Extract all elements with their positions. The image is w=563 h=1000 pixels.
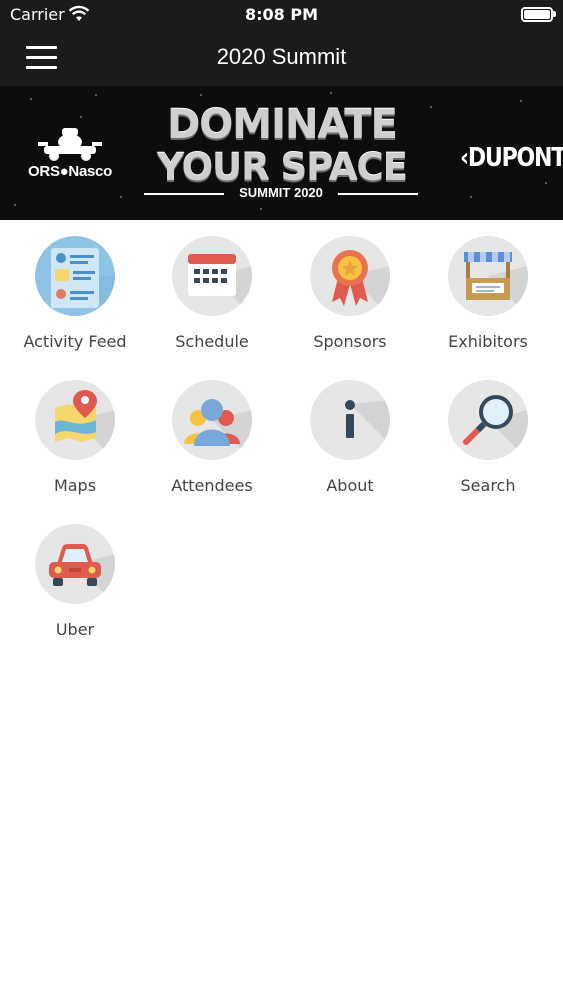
dupont-wordmark: ‹DUPONT› <box>460 143 563 173</box>
banner-headline-line1: DOMINATE <box>167 102 398 148</box>
map-pin-icon <box>35 380 115 460</box>
status-bar: Carrier 8:08 PM <box>0 0 563 30</box>
tile-label: Schedule <box>175 332 249 351</box>
tile-activity-feed[interactable]: Activity Feed <box>6 220 144 360</box>
battery-icon <box>521 7 553 22</box>
tile-label: Attendees <box>171 476 253 495</box>
tile-label: Search <box>460 476 516 495</box>
navigation-bar: 2020 Summit <box>0 30 563 86</box>
magnifier-icon <box>448 380 528 460</box>
ors-mascot-icon <box>38 128 102 161</box>
dupont-logo: ‹DUPONT› <box>446 139 563 173</box>
tile-exhibitors[interactable]: Exhibitors <box>419 220 557 360</box>
tile-maps[interactable]: Maps <box>6 364 144 504</box>
activity-feed-icon <box>35 236 115 316</box>
tile-attendees[interactable]: Attendees <box>143 364 281 504</box>
tile-label: Activity Feed <box>23 332 127 351</box>
tile-schedule[interactable]: Schedule <box>143 220 281 360</box>
tile-sponsors[interactable]: Sponsors <box>281 220 419 360</box>
calendar-icon <box>172 236 252 316</box>
tile-uber[interactable]: Uber <box>6 508 144 648</box>
battery-nub <box>553 11 556 17</box>
tile-label: Sponsors <box>313 332 387 351</box>
banner-headline-line2: YOUR SPACE <box>157 146 408 189</box>
car-icon <box>35 524 115 604</box>
tile-about[interactable]: About <box>281 364 419 504</box>
tile-label: About <box>326 476 374 495</box>
tile-search[interactable]: Search <box>419 364 557 504</box>
status-time: 8:08 PM <box>244 5 318 24</box>
tile-label: Maps <box>53 476 97 495</box>
info-icon <box>310 380 390 460</box>
event-banner: ORS●Nasco DOMINATE YOUR SPACE SUMMIT 202… <box>0 86 563 220</box>
banner-subline: SUMMIT 2020 <box>140 185 422 200</box>
people-icon <box>172 380 252 460</box>
page-title: 2020 Summit <box>216 44 347 69</box>
ors-nasco-wordmark: ORS●Nasco <box>28 163 112 180</box>
ors-nasco-logo: ORS●Nasco <box>24 126 116 186</box>
ribbon-award-icon <box>310 236 390 316</box>
tile-label: Exhibitors <box>448 332 528 351</box>
booth-icon <box>448 236 528 316</box>
tile-label: Uber <box>55 620 95 639</box>
